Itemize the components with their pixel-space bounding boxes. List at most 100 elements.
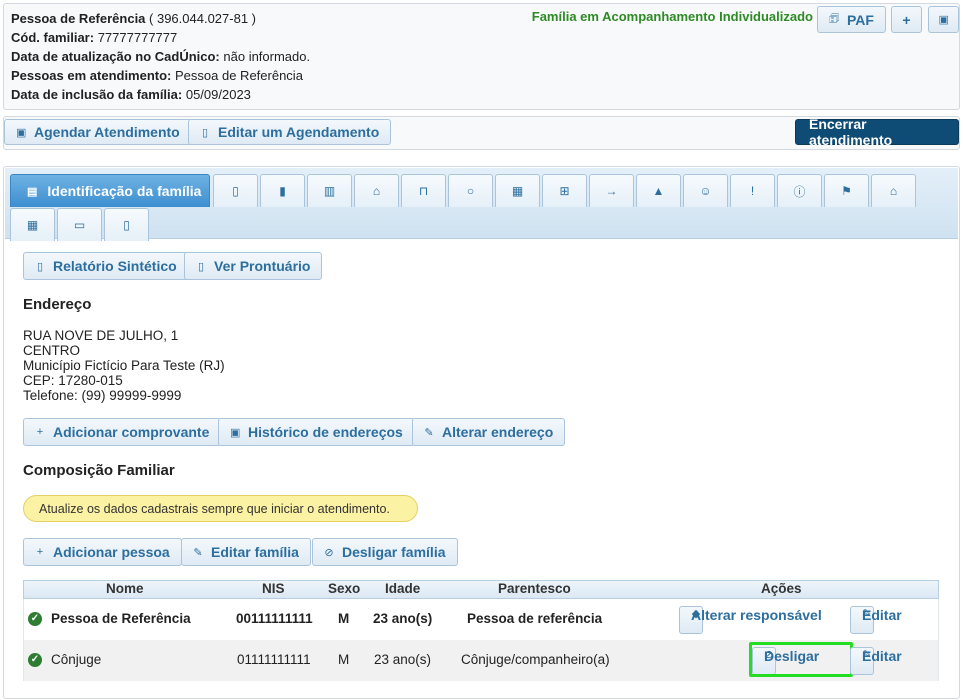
summary-report-button[interactable]: ▯ Relatório Sintético <box>23 252 189 280</box>
cell-idade: 23 ano(s) <box>374 652 432 667</box>
address-history-label: Histórico de endereços <box>248 424 403 440</box>
tab-bag[interactable]: ⊓ <box>401 174 446 207</box>
note-icon: 🗊 <box>829 13 840 25</box>
check-icon: ✓ <box>28 653 42 667</box>
focus-highlight <box>749 642 853 677</box>
address-phone: Telefone: (99) 99999-9999 <box>23 388 182 403</box>
family-status: Família em Acompanhamento Individualizad… <box>531 9 813 24</box>
add-button[interactable]: + <box>891 6 922 33</box>
edit-label: Editar <box>862 648 902 664</box>
disconnect-family-button[interactable]: ⊘ Desligar família <box>312 538 458 566</box>
edit-appointment-label: Editar um Agendamento <box>218 124 380 140</box>
calendar-icon: ▣ <box>938 14 949 26</box>
clipboard-icon: ▯ <box>197 260 205 273</box>
tab-arrow[interactable]: → <box>589 174 634 207</box>
tab-clipboard[interactable]: ▯ <box>213 174 258 207</box>
people-value: Pessoa de Referência <box>175 68 303 83</box>
arrow-right-icon: → <box>605 184 618 198</box>
header-nis: NIS <box>262 581 285 596</box>
family-table: Nome NIS Sexo Idade Parentesco Ações ✓ P… <box>23 580 939 681</box>
header-sexo: Sexo <box>328 581 361 596</box>
schedule-appointment-button[interactable]: ▣ Agendar Atendimento <box>4 119 192 145</box>
change-responsible-button[interactable]: ◆ Alterar responsável <box>679 606 822 634</box>
table-row: ✓ Cônjuge 01111111111 M 23 ano(s) Cônjug… <box>23 640 939 681</box>
tab-cart[interactable]: ⊞ <box>542 174 587 207</box>
tab-library[interactable]: ▥ <box>307 174 352 207</box>
reference-label: Pessoa de Referência <box>11 11 146 26</box>
tab-document[interactable]: ▭ <box>57 208 102 241</box>
info-icon: ⓘ <box>793 184 806 199</box>
id-card-icon: ▤ <box>27 185 38 198</box>
edit-appointment-button[interactable]: ▯ Editar um Agendamento <box>188 119 392 145</box>
edit-person-button[interactable]: ✎ Editar <box>850 606 902 634</box>
header-parentesco: Parentesco <box>498 581 571 596</box>
family-composition-title: Composição Familiar <box>23 462 175 479</box>
inclusion-date-value: 05/09/2023 <box>185 87 251 102</box>
tab-exclamation[interactable]: ! <box>730 174 775 207</box>
calendar-button[interactable]: ▣ <box>928 6 959 33</box>
tab-identificacao[interactable]: ▤ Identificação da família <box>10 174 210 207</box>
address-district: CENTRO <box>23 343 80 358</box>
cell-parentesco: Pessoa de referência <box>467 611 603 626</box>
address-city: Município Fictício Para Teste (RJ) <box>23 358 225 373</box>
tab-warning[interactable]: ▲ <box>636 174 681 207</box>
tab-clipboard-alt[interactable]: ▯ <box>104 208 149 241</box>
view-record-button[interactable]: ▯ Ver Prontuário <box>184 252 323 280</box>
tab-lightbulb[interactable]: ○ <box>448 174 493 207</box>
flag-icon: ⚑ <box>841 184 852 198</box>
cell-parentesco: Cônjuge/companheiro(a) <box>461 652 610 667</box>
add-person-button[interactable]: + Adicionar pessoa <box>23 538 182 566</box>
library-icon: ▥ <box>323 184 336 198</box>
plus-icon: + <box>36 546 44 558</box>
tab-flag[interactable]: ⚑ <box>824 174 869 207</box>
tab-home[interactable]: ⌂ <box>354 174 399 207</box>
tab-book[interactable]: ▮ <box>260 174 305 207</box>
exclamation-icon: ! <box>750 184 755 198</box>
people-line: Pessoas em atendimento: Pessoa de Referê… <box>11 68 303 84</box>
address-history-button[interactable]: ▣ Histórico de endereços <box>218 418 415 446</box>
tab-home-alt[interactable]: ⌂ <box>871 174 916 207</box>
tab-grid[interactable]: ▦ <box>10 208 55 241</box>
view-record-label: Ver Prontuário <box>214 258 311 274</box>
warning-icon: ▲ <box>652 184 665 198</box>
update-date-value: não informado. <box>223 49 311 64</box>
address-title: Endereço <box>23 296 92 313</box>
clipboard-alt-icon: ▯ <box>123 218 130 232</box>
cell-nis: 01111111111 <box>237 652 311 667</box>
address-cep: CEP: 17280-015 <box>23 373 123 388</box>
change-address-button[interactable]: ✎ Alterar endereço <box>412 418 566 446</box>
inclusion-date-line: Data de inclusão da família: 05/09/2023 <box>11 87 251 103</box>
end-service-button[interactable]: Encerrar atendimento <box>795 116 959 148</box>
calendar-icon: ▣ <box>16 126 27 139</box>
pencil-icon: ✎ <box>193 546 203 559</box>
document-icon: ▭ <box>73 218 86 232</box>
cell-nome: Pessoa de Referência <box>51 611 191 626</box>
paf-button[interactable]: 🗊 PAF <box>817 6 886 33</box>
add-proof-button[interactable]: + Adicionar comprovante <box>23 418 222 446</box>
tab-info[interactable]: ⓘ <box>777 174 822 207</box>
clipboard-icon: ▯ <box>36 260 44 273</box>
family-code-label: Cód. familiar: <box>11 30 95 45</box>
plus-icon: + <box>36 426 44 438</box>
change-address-label: Alterar endereço <box>442 424 554 440</box>
cart-icon: ⊞ <box>559 184 570 198</box>
clipboard-icon: ▯ <box>201 126 209 139</box>
paf-label: PAF <box>847 11 874 28</box>
update-date-label: Data de atualização no CadÚnico: <box>11 49 220 64</box>
header-nome: Nome <box>106 581 144 596</box>
family-code-value: 77777777777 <box>97 30 178 45</box>
grid-icon: ▦ <box>26 218 39 232</box>
edit-person-button[interactable]: ✎ Editar <box>850 647 902 675</box>
family-header: Pessoa de Referência ( 396.044.027-81 ) … <box>3 3 960 110</box>
edit-family-button[interactable]: ✎ Editar família <box>181 538 311 566</box>
change-responsible-label: Alterar responsável <box>691 607 822 623</box>
tab-user[interactable]: ☺ <box>683 174 728 207</box>
tab-table[interactable]: ▦ <box>495 174 540 207</box>
cell-sexo: M <box>338 611 350 626</box>
main-panel: ▤ Identificação da família ▯ ▮ ▥ ⌂ ⊓ ○ ▦… <box>3 166 960 699</box>
add-person-label: Adicionar pessoa <box>53 544 170 560</box>
reference-person-line: Pessoa de Referência ( 396.044.027-81 ) <box>11 11 256 27</box>
ban-icon: ⊘ <box>324 546 334 559</box>
table-row: ✓ Pessoa de Referência 00111111111 M 23 … <box>23 599 939 640</box>
tabs-bar: ▤ Identificação da família ▯ ▮ ▥ ⌂ ⊓ ○ ▦… <box>5 168 958 241</box>
